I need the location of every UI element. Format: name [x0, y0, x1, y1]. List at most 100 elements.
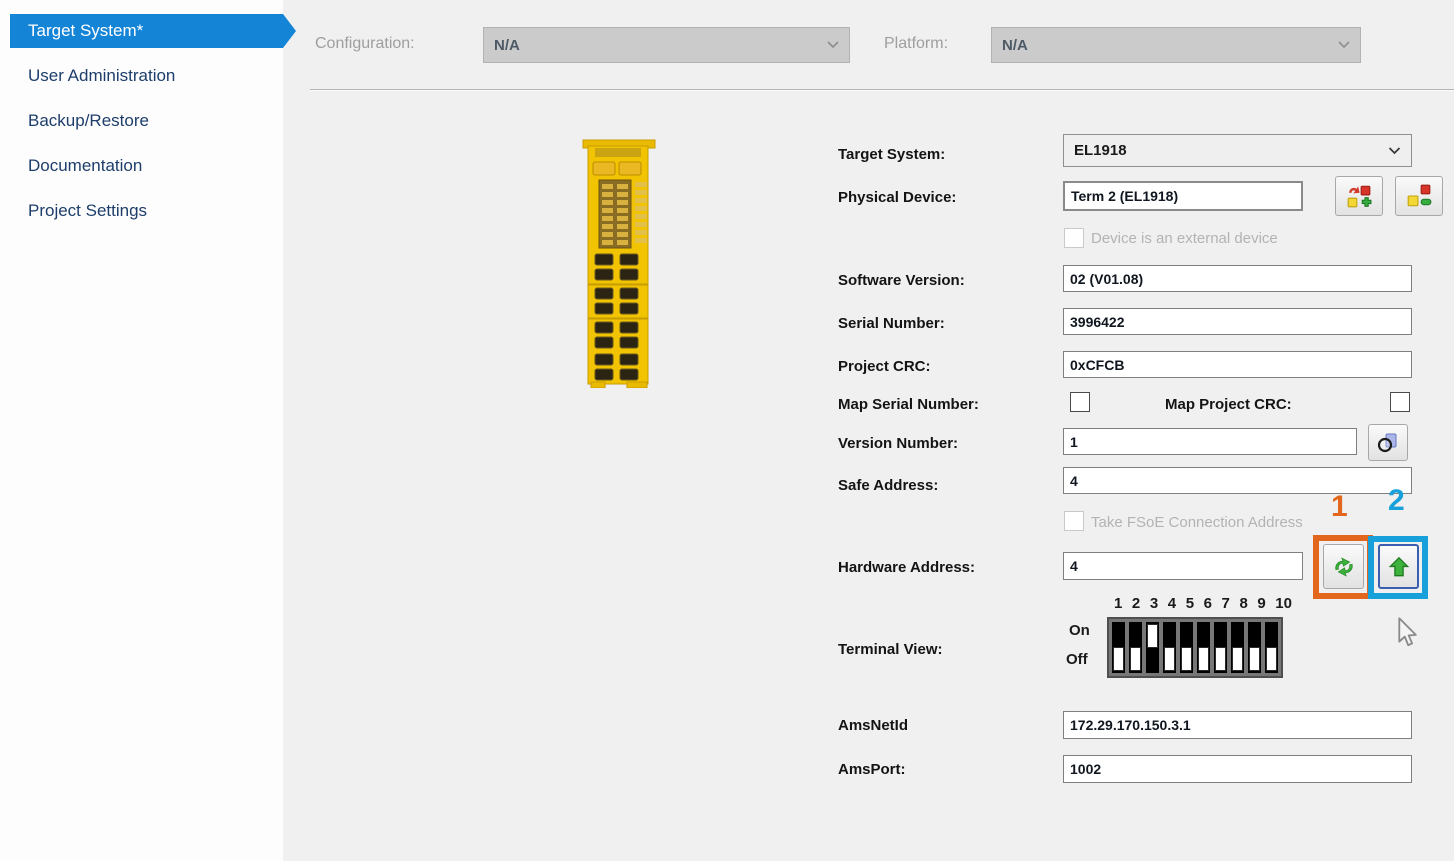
dip-switch-2: [1129, 622, 1142, 673]
dip-number-10: 10: [1275, 595, 1292, 612]
ams-net-id-label: AmsNetId: [838, 717, 908, 734]
assign-device-button[interactable]: [1335, 176, 1383, 216]
annotation-1: 1: [1331, 490, 1348, 524]
el1918-terminal-image: [575, 138, 661, 388]
dip-switch-8: [1231, 622, 1244, 673]
terminal-view-label: Terminal View:: [838, 641, 942, 658]
platform-value: N/A: [1002, 37, 1028, 54]
sidebar-item-target-system[interactable]: Target System*: [10, 14, 283, 48]
dip-number-3: 3: [1150, 595, 1158, 612]
dip-number-5: 5: [1186, 595, 1194, 612]
map-project-crc-checkbox[interactable]: [1390, 392, 1410, 412]
dip-switch-1: [1112, 622, 1125, 673]
dip-switch-handle: [1147, 624, 1158, 648]
dip-number-2: 2: [1132, 595, 1140, 612]
dip-switch-handle: [1181, 647, 1192, 671]
sidebar-item-label: Target System*: [28, 21, 143, 41]
target-system-label: Target System:: [838, 146, 945, 163]
ams-net-id-input[interactable]: [1063, 711, 1412, 739]
dip-switch-9: [1248, 622, 1261, 673]
mouse-cursor-icon: [1391, 616, 1419, 648]
configuration-value: N/A: [494, 37, 520, 54]
hardware-address-input[interactable]: [1063, 552, 1303, 580]
dip-switch-4: [1163, 622, 1176, 673]
sidebar-item-documentation[interactable]: Documentation: [10, 149, 283, 183]
dip-switch-10: [1265, 622, 1278, 673]
sync-refresh-icon: [1331, 554, 1357, 580]
upload-arrow-icon: [1386, 554, 1412, 580]
chevron-down-icon: [1388, 147, 1401, 155]
software-version-input[interactable]: [1063, 265, 1412, 292]
dip-numbers: 123456789 10: [1114, 595, 1292, 612]
dip-on-label: On: [1069, 622, 1090, 639]
dip-switch-7: [1214, 622, 1227, 673]
dip-switch-6: [1197, 622, 1210, 673]
dip-switch-handle: [1198, 647, 1209, 671]
refresh-hardware-address-button[interactable]: [1323, 544, 1364, 589]
dip-switch-3: [1146, 622, 1159, 673]
sidebar-item-backup-restore[interactable]: Backup/Restore: [10, 104, 283, 138]
software-version-label: Software Version:: [838, 272, 965, 289]
ams-port-input[interactable]: [1063, 755, 1412, 783]
hardware-address-label: Hardware Address:: [838, 559, 975, 576]
external-device-checkbox: [1064, 228, 1084, 248]
dip-switch-5: [1180, 622, 1193, 673]
sidebar-item-label: Project Settings: [28, 201, 147, 221]
dip-switches: [1107, 617, 1283, 678]
map-serial-number-label: Map Serial Number:: [838, 396, 979, 413]
sidebar-item-label: Backup/Restore: [28, 111, 149, 131]
sidebar: Target System* User Administration Backu…: [0, 0, 283, 861]
version-number-label: Version Number:: [838, 435, 958, 452]
dip-number-7: 7: [1222, 595, 1230, 612]
configuration-label: Configuration:: [315, 35, 415, 53]
target-system-select[interactable]: EL1918: [1063, 134, 1412, 167]
separator-line: [310, 89, 1454, 91]
serial-number-input[interactable]: [1063, 308, 1412, 335]
dip-number-4: 4: [1168, 595, 1176, 612]
sidebar-item-user-administration[interactable]: User Administration: [10, 59, 283, 93]
dip-switch-handle: [1164, 647, 1175, 671]
assign-device-icon: [1346, 183, 1372, 209]
dip-number-8: 8: [1239, 595, 1247, 612]
platform-select: N/A: [991, 27, 1361, 63]
take-fsoe-label: Take FSoE Connection Address: [1091, 514, 1303, 531]
dip-switch-handle: [1232, 647, 1243, 671]
serial-number-label: Serial Number:: [838, 315, 945, 332]
ams-port-label: AmsPort:: [838, 761, 906, 778]
take-fsoe-checkbox: [1064, 511, 1084, 531]
dip-switch-handle: [1249, 647, 1260, 671]
upload-hardware-address-button[interactable]: [1378, 544, 1419, 589]
configuration-select: N/A: [483, 27, 850, 63]
dip-switch-handle: [1215, 647, 1226, 671]
physical-device-input[interactable]: [1063, 181, 1303, 211]
safe-address-input[interactable]: [1063, 467, 1412, 494]
dip-off-label: Off: [1066, 651, 1088, 668]
main-panel: Configuration: N/A Platform: N/A: [283, 0, 1454, 861]
sidebar-item-project-settings[interactable]: Project Settings: [10, 194, 283, 228]
unassign-device-button[interactable]: [1395, 176, 1443, 216]
sidebar-item-label: Documentation: [28, 156, 142, 176]
version-number-input[interactable]: [1063, 428, 1357, 455]
dip-number-1: 1: [1114, 595, 1122, 612]
map-serial-number-checkbox[interactable]: [1070, 392, 1090, 412]
dip-switch-handle: [1113, 647, 1124, 671]
target-system-value: EL1918: [1074, 142, 1127, 159]
version-history-button[interactable]: [1368, 424, 1408, 461]
platform-label: Platform:: [884, 35, 948, 53]
dip-number-9: 9: [1257, 595, 1265, 612]
project-crc-input[interactable]: [1063, 351, 1412, 378]
dip-number-6: 6: [1204, 595, 1212, 612]
chevron-down-icon: [827, 41, 839, 49]
safe-address-label: Safe Address:: [838, 477, 938, 494]
external-device-label: Device is an external device: [1091, 230, 1278, 247]
chevron-down-icon: [1338, 41, 1350, 49]
sidebar-item-label: User Administration: [28, 66, 175, 86]
version-history-icon: [1376, 431, 1400, 455]
physical-device-label: Physical Device:: [838, 189, 956, 206]
unassign-device-icon: [1406, 183, 1432, 209]
map-project-crc-label: Map Project CRC:: [1165, 396, 1292, 413]
dip-switch-handle: [1266, 647, 1277, 671]
project-crc-label: Project CRC:: [838, 358, 931, 375]
annotation-2: 2: [1388, 484, 1405, 518]
dip-switch-handle: [1130, 647, 1141, 671]
